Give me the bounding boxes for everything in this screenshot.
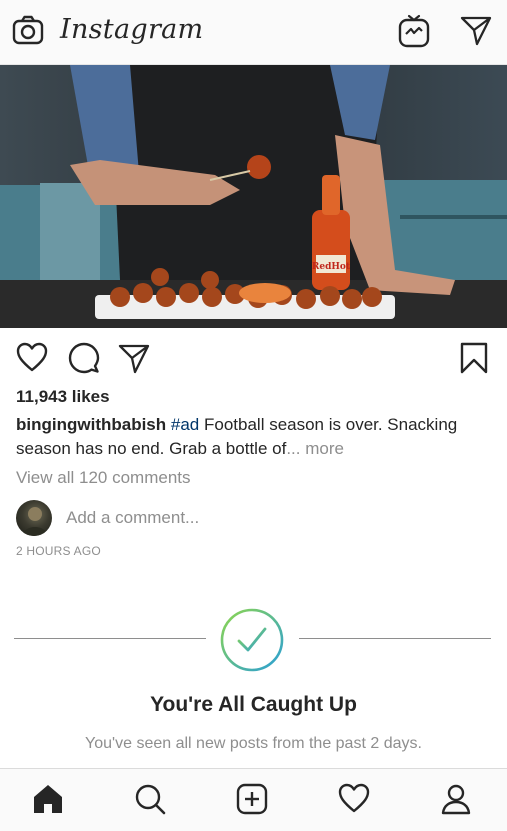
post-timestamp: 2 HOURS AGO (16, 544, 101, 558)
add-comment-input[interactable]: Add a comment... (66, 508, 199, 528)
new-post-icon[interactable] (236, 783, 268, 820)
top-bar: Instagram (0, 0, 507, 65)
caption-username[interactable]: bingingwithbabish (16, 415, 166, 434)
bottom-nav (0, 768, 507, 831)
caught-up-subtitle: You've seen all new posts from the past … (85, 735, 422, 752)
bookmark-icon[interactable] (460, 342, 488, 379)
comment-icon[interactable] (68, 342, 100, 379)
search-icon[interactable] (134, 783, 166, 820)
caption-hashtag[interactable]: #ad (171, 415, 199, 434)
post-actions (0, 342, 507, 374)
checkmark-circle-icon (219, 607, 285, 678)
home-icon[interactable] (32, 783, 64, 820)
divider-left (14, 638, 206, 639)
view-comments-link[interactable]: View all 120 comments (16, 468, 191, 488)
profile-icon[interactable] (440, 783, 472, 820)
camera-icon[interactable] (12, 14, 44, 51)
svg-text:RedHot: RedHot (312, 262, 351, 272)
post-caption: bingingwithbabish #ad Football season is… (16, 413, 486, 461)
instagram-logo: Instagram (60, 14, 204, 45)
divider-right (299, 638, 491, 639)
caption-more-link[interactable]: ... more (286, 439, 344, 458)
igtv-icon[interactable] (398, 14, 430, 53)
avatar (16, 500, 52, 536)
activity-heart-icon[interactable] (338, 783, 370, 818)
like-count[interactable]: 11,943 likes (16, 387, 110, 407)
post-image[interactable]: RedHot (0, 65, 507, 328)
direct-message-icon[interactable] (460, 14, 492, 51)
like-heart-icon[interactable] (16, 342, 48, 377)
caught-up-title: You're All Caught Up (150, 693, 357, 716)
share-icon[interactable] (118, 342, 150, 379)
